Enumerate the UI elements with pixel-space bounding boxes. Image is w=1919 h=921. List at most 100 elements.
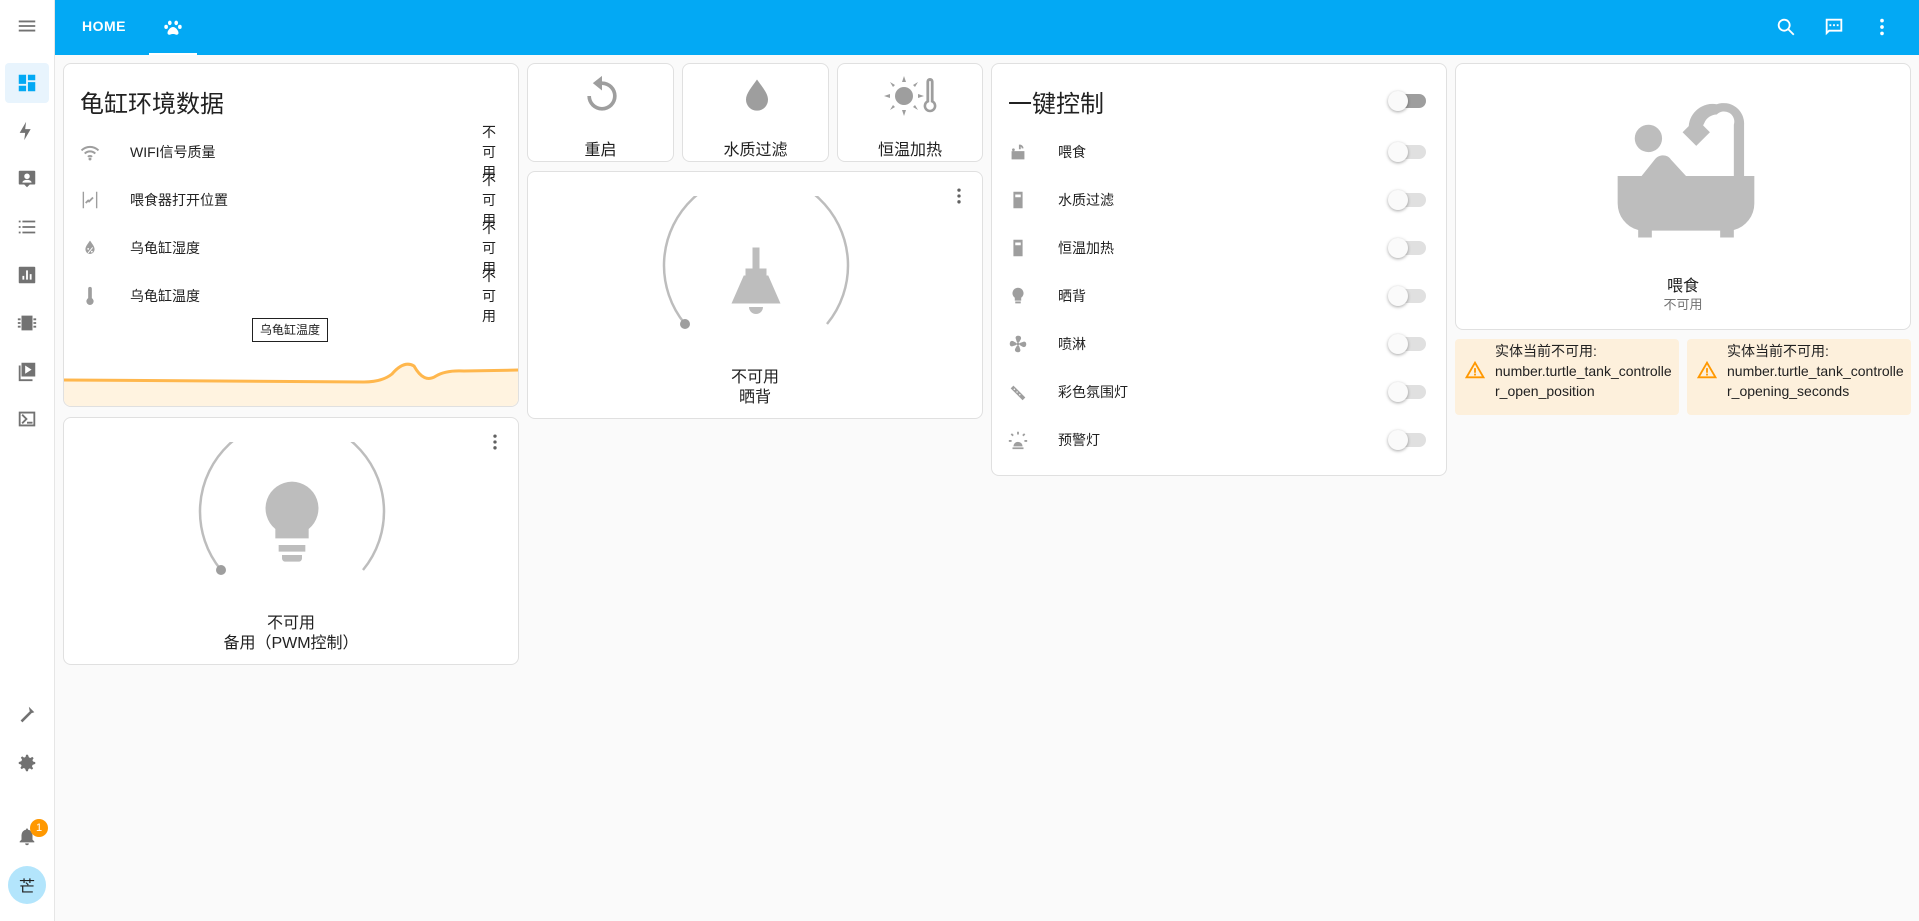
switch-name: 彩色氛围灯 (1058, 384, 1128, 400)
button-label: 重启 (584, 142, 617, 159)
more-options-icon[interactable] (483, 430, 507, 454)
light-name: 备用（PWM控制） (223, 635, 359, 652)
console-icon (18, 411, 36, 427)
switch-name: 水质过滤 (1058, 192, 1114, 208)
entity-row[interactable]: 喂食器打开位置 不可用 (78, 172, 508, 228)
position-icon (78, 188, 102, 212)
gear-icon (18, 754, 36, 772)
ceiling-lamp-icon[interactable] (714, 244, 798, 328)
bulb-small-icon (1006, 284, 1030, 308)
sidebar-item-terminal[interactable] (5, 399, 49, 439)
entity-name: 乌龟缸湿度 (130, 240, 200, 256)
sidebar: 1 芒 (0, 0, 55, 921)
entity-name: WIFI信号质量 (130, 144, 216, 160)
env-data-card: 龟缸环境数据 WIFI信号质量 不可用 喂食器打开位置 不可用 乌龟缸湿度 不可… (63, 63, 519, 407)
button-restart[interactable]: 重启 (527, 63, 674, 162)
lightbulb-icon[interactable] (252, 478, 332, 562)
entity-row[interactable]: 乌龟缸温度 不可用 (78, 268, 508, 324)
switch-toggle[interactable] (1388, 286, 1426, 306)
control-card: 一键控制 喂食 水质过滤 恒温加热 晒背 喷淋 彩色氛围灯 预警灯 (991, 63, 1447, 476)
lightning-icon (19, 121, 31, 141)
tab-turtle[interactable] (149, 0, 197, 55)
menu-icon[interactable] (5, 6, 49, 46)
card-title: 龟缸环境数据 (80, 91, 224, 118)
sidebar-item-energy[interactable] (5, 111, 49, 151)
more-options-icon[interactable] (947, 184, 971, 208)
search-icon[interactable] (1773, 14, 1799, 40)
button-heater[interactable]: 恒温加热 (837, 63, 983, 162)
master-toggle[interactable] (1388, 91, 1426, 111)
light-card-basking[interactable]: 不可用 晒背 (527, 171, 983, 419)
switch-toggle[interactable] (1388, 382, 1426, 402)
feed-button-card[interactable]: 喂食 不可用 (1455, 63, 1911, 330)
warning-prefix: 实体当前不可用: (1495, 343, 1597, 359)
switch-row[interactable]: 水质过滤 (1006, 180, 1114, 220)
sidebar-item-notifications[interactable]: 1 (5, 816, 49, 856)
switch-row[interactable]: 晒背 (1006, 276, 1086, 316)
warning-entity: number.turtle_tank_controller_open_posit… (1495, 363, 1672, 399)
sidebar-item-developer-tools[interactable] (5, 695, 49, 735)
list-icon (18, 220, 36, 234)
hammer-icon (20, 706, 35, 723)
led-strip-icon (1006, 380, 1030, 404)
heater-icon (1006, 236, 1030, 260)
switch-toggle[interactable] (1388, 430, 1426, 450)
bathtub-icon (1617, 103, 1755, 238)
entity-state: 不可用 (482, 268, 496, 324)
chip-icon (17, 315, 37, 331)
entity-name: 乌龟缸温度 (130, 288, 200, 304)
entity-warning: 实体当前不可用: number.turtle_tank_controller_o… (1455, 339, 1679, 415)
notification-badge: 1 (30, 819, 48, 837)
light-card-pwm[interactable]: 不可用 备用（PWM控制） (63, 417, 519, 665)
filter-icon (1006, 188, 1030, 212)
humidity-icon (78, 236, 102, 260)
chart-box-icon (18, 266, 36, 284)
sidebar-item-esphome[interactable] (5, 303, 49, 343)
account-box-icon (18, 170, 36, 188)
card-title: 一键控制 (1008, 91, 1104, 118)
more-vert-icon[interactable] (1869, 14, 1895, 40)
switch-row[interactable]: 恒温加热 (1006, 228, 1114, 268)
wifi-icon (78, 140, 102, 164)
feeder-icon (1006, 140, 1030, 164)
switch-toggle[interactable] (1388, 238, 1426, 258)
sidebar-item-media[interactable] (5, 351, 49, 391)
entity-name: 喂食器打开位置 (130, 192, 228, 208)
entity-row[interactable]: WIFI信号质量 不可用 (78, 124, 508, 180)
graph-tooltip: 乌龟缸温度 (252, 318, 329, 342)
switch-name: 预警灯 (1058, 432, 1100, 448)
assist-chat-icon[interactable] (1821, 14, 1847, 40)
switch-name: 喷淋 (1058, 336, 1086, 352)
switch-name: 喂食 (1058, 144, 1086, 160)
switch-toggle[interactable] (1388, 334, 1426, 354)
switch-toggle[interactable] (1388, 190, 1426, 210)
entity-row[interactable]: 乌龟缸湿度 不可用 (78, 220, 508, 276)
switch-toggle[interactable] (1388, 142, 1426, 162)
switch-row[interactable]: 喷淋 (1006, 324, 1086, 364)
button-label: 水质过滤 (723, 142, 788, 159)
sidebar-item-settings[interactable] (5, 743, 49, 783)
switch-row[interactable]: 喂食 (1006, 132, 1086, 172)
thermometer-icon (78, 284, 102, 308)
sidebar-item-logbook[interactable] (5, 207, 49, 247)
fan-icon (1006, 332, 1030, 356)
top-toolbar: HOME (55, 0, 1919, 55)
switch-row[interactable]: 预警灯 (1006, 420, 1100, 460)
warning-entity: number.turtle_tank_controller_opening_se… (1727, 363, 1904, 399)
sidebar-item-history[interactable] (5, 255, 49, 295)
entity-warning: 实体当前不可用: number.turtle_tank_controller_o… (1687, 339, 1911, 415)
alert-icon (1687, 339, 1727, 415)
temperature-graph (64, 362, 518, 406)
sidebar-item-map[interactable] (5, 159, 49, 199)
water-drop-icon (746, 79, 768, 111)
tab-home[interactable]: HOME (82, 18, 126, 34)
button-name: 喂食 (1666, 278, 1699, 295)
switch-name: 晒背 (1058, 288, 1086, 304)
sun-thermometer-icon (884, 76, 937, 116)
user-avatar[interactable]: 芒 (8, 866, 46, 904)
switch-row[interactable]: 彩色氛围灯 (1006, 372, 1128, 412)
warning-prefix: 实体当前不可用: (1727, 343, 1829, 359)
switch-name: 恒温加热 (1058, 240, 1114, 256)
sidebar-item-overview[interactable] (5, 63, 49, 103)
button-water-filter[interactable]: 水质过滤 (682, 63, 829, 162)
